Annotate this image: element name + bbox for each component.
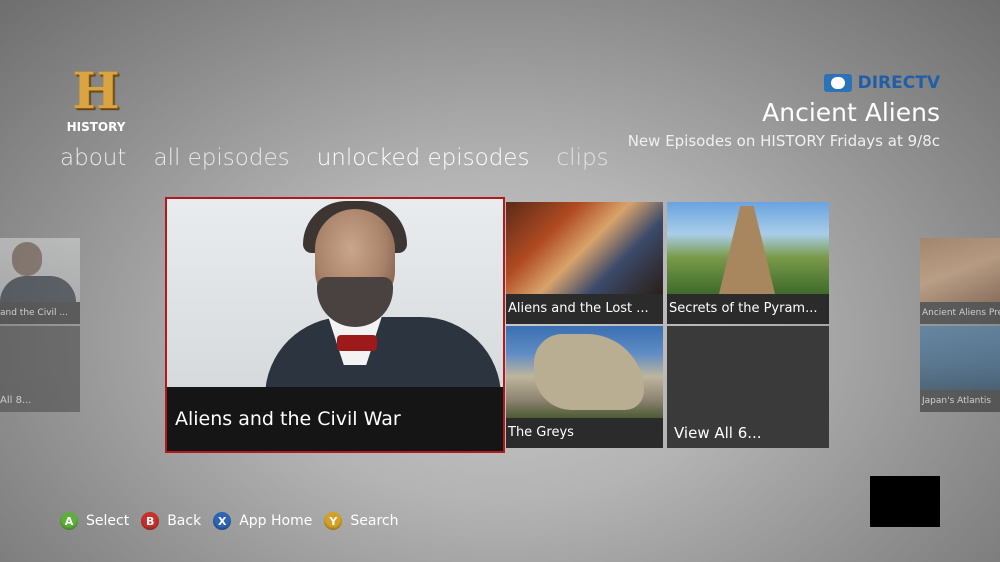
select-label: Select xyxy=(86,513,130,529)
episode-thumbnail xyxy=(506,326,663,418)
a-button-icon: A xyxy=(60,512,78,530)
featured-episode-thumbnail xyxy=(167,199,503,397)
episode-tile-aliens-lost[interactable]: Aliens and the Lost ... xyxy=(506,202,663,324)
view-all-caption: All 8... xyxy=(0,395,32,406)
select-hint[interactable]: A Select xyxy=(60,512,129,530)
episode-tile-right-1[interactable]: Ancient Aliens Pre xyxy=(920,238,1000,324)
show-title: Ancient Aliens xyxy=(762,98,940,127)
tab-all-episodes[interactable]: all episodes xyxy=(153,142,289,174)
provider-logo: DIRECTV xyxy=(823,72,940,94)
redacted-box xyxy=(870,476,940,527)
history-logo: H HISTORY xyxy=(62,66,130,138)
app-home-label: App Home xyxy=(239,513,313,529)
portrait-head-shape xyxy=(12,242,42,276)
view-all-tile[interactable]: View All 6... xyxy=(667,326,829,448)
episode-caption: Japan's Atlantis xyxy=(920,390,1000,412)
episode-caption: The Greys xyxy=(506,418,663,448)
episode-thumbnail xyxy=(920,238,1000,302)
search-hint[interactable]: Y Search xyxy=(324,512,398,530)
history-wordmark: HISTORY xyxy=(66,120,126,134)
episode-caption: Aliens and the Lost ... xyxy=(506,294,663,324)
history-h-icon: H xyxy=(72,61,120,120)
episode-thumbnail xyxy=(506,202,663,294)
episode-caption: and the Civil ... xyxy=(0,302,80,324)
episode-thumbnail xyxy=(0,238,80,302)
episode-thumbnail xyxy=(920,326,1000,390)
featured-episode-caption: Aliens and the Civil War xyxy=(167,387,503,451)
rock-sculpture-shape xyxy=(534,334,644,410)
search-label: Search xyxy=(350,513,399,529)
section-nav: about all episodes unlocked episodes cli… xyxy=(60,142,631,176)
view-all-caption: View All 6... xyxy=(674,424,762,442)
tab-about[interactable]: about xyxy=(60,142,126,174)
portrait-body-shape xyxy=(0,276,76,302)
episode-caption: Secrets of the Pyram... xyxy=(667,294,829,324)
episode-tile-pyramids[interactable]: Secrets of the Pyram... xyxy=(667,202,829,324)
y-button-icon: Y xyxy=(324,512,343,530)
tab-unlocked-episodes[interactable]: unlocked episodes xyxy=(317,142,530,174)
episode-caption: Ancient Aliens Pre xyxy=(920,302,1000,324)
portrait-tie-shape xyxy=(337,335,377,351)
directv-icon xyxy=(823,74,852,92)
episode-tile-left-1[interactable]: and the Civil ... xyxy=(0,238,80,324)
view-all-tile-left[interactable]: All 8... xyxy=(0,326,80,412)
episode-tile-greys[interactable]: The Greys xyxy=(506,326,663,448)
app-home-hint[interactable]: X App Home xyxy=(213,512,312,530)
back-hint[interactable]: B Back xyxy=(141,512,201,530)
controller-hints: A Select B Back X App Home Y Search xyxy=(60,511,410,531)
portrait-body-shape xyxy=(265,317,501,397)
show-subtitle: New Episodes on HISTORY Fridays at 9/8c xyxy=(627,132,940,150)
episode-thumbnail xyxy=(667,202,829,294)
pyramid-shape xyxy=(719,206,775,294)
featured-episode-tile[interactable]: Aliens and the Civil War xyxy=(165,197,505,453)
back-label: Back xyxy=(167,513,202,529)
tab-clips[interactable]: clips xyxy=(557,142,609,174)
x-button-icon: X xyxy=(213,512,232,530)
b-button-icon: B xyxy=(141,512,160,530)
episode-tile-right-2[interactable]: Japan's Atlantis xyxy=(920,326,1000,412)
provider-name: DIRECTV xyxy=(857,73,940,93)
